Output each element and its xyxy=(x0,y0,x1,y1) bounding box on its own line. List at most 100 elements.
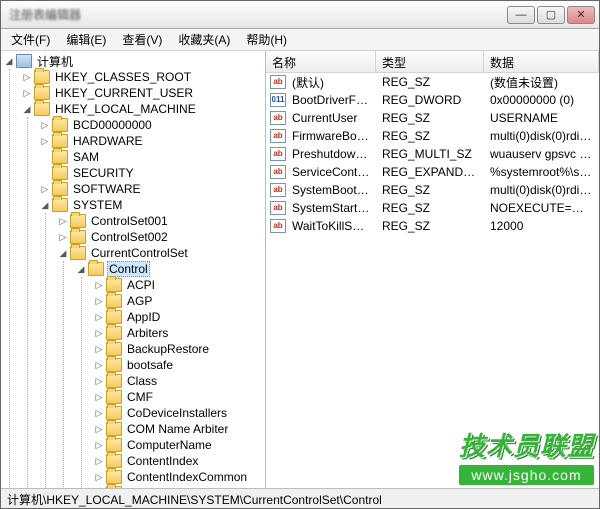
value-row[interactable]: abFirmwareBoot...REG_SZmulti(0)disk(0)rd… xyxy=(266,127,599,145)
expand-icon[interactable]: ▷ xyxy=(93,375,105,387)
minimize-button[interactable]: — xyxy=(507,6,535,24)
expand-icon[interactable]: ◢ xyxy=(57,247,69,259)
tree-label: CrashControl xyxy=(125,486,200,488)
value-name: (默认) xyxy=(286,74,376,91)
expand-icon[interactable]: ▷ xyxy=(93,295,105,307)
tree-node-key[interactable]: ▷ACPI xyxy=(93,277,265,293)
tree-node-key[interactable]: ▷ Arbiters xyxy=(93,325,265,341)
close-button[interactable]: ✕ xyxy=(567,6,595,24)
expand-icon[interactable] xyxy=(39,167,51,179)
folder-icon xyxy=(106,374,122,388)
tree-node-control[interactable]: ◢Control xyxy=(75,261,265,277)
tree-node-key[interactable]: ▷BCD00000000 xyxy=(39,117,265,133)
value-row[interactable]: 011BootDriverFlagsREG_DWORD0x00000000 (0… xyxy=(266,91,599,109)
expand-icon[interactable]: ◢ xyxy=(39,199,51,211)
menu-favorites[interactable]: 收藏夹(A) xyxy=(170,29,238,50)
tree-node-key[interactable]: ▷CoDeviceInstallers xyxy=(93,405,265,421)
menu-edit[interactable]: 编辑(E) xyxy=(58,29,114,50)
tree-label: HKEY_LOCAL_MACHINE xyxy=(53,102,198,116)
column-headers: 名称 类型 数据 xyxy=(266,51,599,73)
tree-node-key[interactable]: ▷HARDWARE xyxy=(39,133,265,149)
folder-icon xyxy=(70,246,86,260)
tree-node-key[interactable]: ▷AppID xyxy=(93,309,265,325)
tree-node-key[interactable]: ▷BackupRestore xyxy=(93,341,265,357)
column-header-name[interactable]: 名称 xyxy=(266,51,376,72)
folder-icon xyxy=(106,438,122,452)
tree-node-hklm[interactable]: ◢ HKEY_LOCAL_MACHINE xyxy=(21,101,265,117)
tree-node-key[interactable]: SAM xyxy=(39,149,265,165)
tree-label: Arbiters xyxy=(125,326,170,340)
tree-node-key[interactable]: ▷ContentIndexCommon xyxy=(93,469,265,485)
tree-label: ControlSet002 xyxy=(89,230,170,244)
tree-node-key[interactable]: ▷AGP xyxy=(93,293,265,309)
value-data: multi(0)disk(0)rdisk(0)partition xyxy=(484,129,599,143)
expand-icon[interactable] xyxy=(39,151,51,163)
value-data: NOEXECUTE=OPTIN xyxy=(484,201,599,215)
tree-node-hive[interactable]: ▷HKEY_CLASSES_ROOT xyxy=(21,69,265,85)
expand-icon[interactable]: ▷ xyxy=(93,407,105,419)
expand-icon[interactable]: ▷ xyxy=(21,87,33,99)
tree-node-key[interactable]: ▷ ControlSet002 xyxy=(57,229,265,245)
folder-icon xyxy=(106,486,122,488)
tree-node-computer[interactable]: ◢ 计算机 xyxy=(3,53,265,69)
expand-icon[interactable]: ▷ xyxy=(57,215,69,227)
menu-help[interactable]: 帮助(H) xyxy=(238,29,295,50)
tree-node-system[interactable]: ◢ SYSTEM xyxy=(39,197,265,213)
expand-icon[interactable]: ▷ xyxy=(93,327,105,339)
expand-icon[interactable]: ▷ xyxy=(93,471,105,483)
expand-icon[interactable]: ▷ xyxy=(21,71,33,83)
folder-icon xyxy=(70,230,86,244)
tree-node-key[interactable]: SECURITY xyxy=(39,165,265,181)
menubar: 文件(F) 编辑(E) 查看(V) 收藏夹(A) 帮助(H) xyxy=(1,29,599,51)
expand-icon[interactable]: ▷ xyxy=(57,231,69,243)
tree-label: SYSTEM xyxy=(71,198,124,212)
values-list[interactable]: ab(默认)REG_SZ(数值未设置)011BootDriverFlagsREG… xyxy=(266,73,599,488)
folder-icon xyxy=(106,390,122,404)
value-type: REG_SZ xyxy=(376,111,484,125)
expand-icon[interactable]: ▷ xyxy=(93,359,105,371)
tree-node-currentcontrolset[interactable]: ◢CurrentControlSet xyxy=(57,245,265,261)
expand-icon[interactable]: ▷ xyxy=(93,439,105,451)
value-row[interactable]: ab(默认)REG_SZ(数值未设置) xyxy=(266,73,599,91)
maximize-button[interactable]: ▢ xyxy=(537,6,565,24)
tree-node-key[interactable]: ▷ CrashControl xyxy=(93,485,265,488)
value-data: USERNAME xyxy=(484,111,599,125)
menu-view[interactable]: 查看(V) xyxy=(114,29,170,50)
value-name: SystemStartOp... xyxy=(286,201,376,215)
column-header-type[interactable]: 类型 xyxy=(376,51,484,72)
titlebar[interactable]: 注册表编辑器 — ▢ ✕ xyxy=(1,1,599,29)
expand-icon[interactable]: ▷ xyxy=(93,311,105,323)
tree-node-key[interactable]: ▷COM Name Arbiter xyxy=(93,421,265,437)
expand-icon[interactable]: ▷ xyxy=(93,455,105,467)
expand-icon[interactable]: ◢ xyxy=(21,103,33,115)
expand-icon[interactable]: ▷ xyxy=(39,135,51,147)
expand-icon[interactable]: ◢ xyxy=(75,263,87,275)
value-row[interactable]: abSystemBootDe...REG_SZmulti(0)disk(0)rd… xyxy=(266,181,599,199)
expand-icon[interactable]: ▷ xyxy=(39,183,51,195)
string-value-icon: ab xyxy=(270,75,286,89)
expand-icon[interactable]: ▷ xyxy=(93,343,105,355)
column-header-data[interactable]: 数据 xyxy=(484,51,599,72)
tree-node-key[interactable]: ▷ContentIndex xyxy=(93,453,265,469)
tree-label: ComputerName xyxy=(125,438,214,452)
value-row[interactable]: abServiceControl...REG_EXPAND_SZ%systemr… xyxy=(266,163,599,181)
value-row[interactable]: abPreshutdownO...REG_MULTI_SZwuauserv gp… xyxy=(266,145,599,163)
tree-node-key[interactable]: ▷Class xyxy=(93,373,265,389)
value-row[interactable]: abCurrentUserREG_SZUSERNAME xyxy=(266,109,599,127)
tree-node-key[interactable]: ▷ControlSet001 xyxy=(57,213,265,229)
expand-icon[interactable]: ▷ xyxy=(93,423,105,435)
expand-icon[interactable]: ▷ xyxy=(39,119,51,131)
tree-node-key[interactable]: ▷bootsafe xyxy=(93,357,265,373)
tree-node-key[interactable]: ▷CMF xyxy=(93,389,265,405)
tree-node-key[interactable]: ▷ ComputerName xyxy=(93,437,265,453)
value-row[interactable]: abWaitToKillServi...REG_SZ12000 xyxy=(266,217,599,235)
value-row[interactable]: abSystemStartOp...REG_SZ NOEXECUTE=OPTIN xyxy=(266,199,599,217)
tree-node-hive[interactable]: ▷HKEY_CURRENT_USER xyxy=(21,85,265,101)
menu-file[interactable]: 文件(F) xyxy=(3,29,58,50)
expand-icon[interactable]: ▷ xyxy=(93,487,105,488)
expand-icon[interactable]: ▷ xyxy=(93,391,105,403)
tree-pane[interactable]: ◢ 计算机 ▷HKEY_CLASSES_ROOT ▷HKEY_CURRENT_U… xyxy=(1,51,266,488)
expand-icon[interactable]: ▷ xyxy=(93,279,105,291)
tree-node-key[interactable]: ▷SOFTWARE xyxy=(39,181,265,197)
expand-icon[interactable]: ◢ xyxy=(3,55,15,67)
